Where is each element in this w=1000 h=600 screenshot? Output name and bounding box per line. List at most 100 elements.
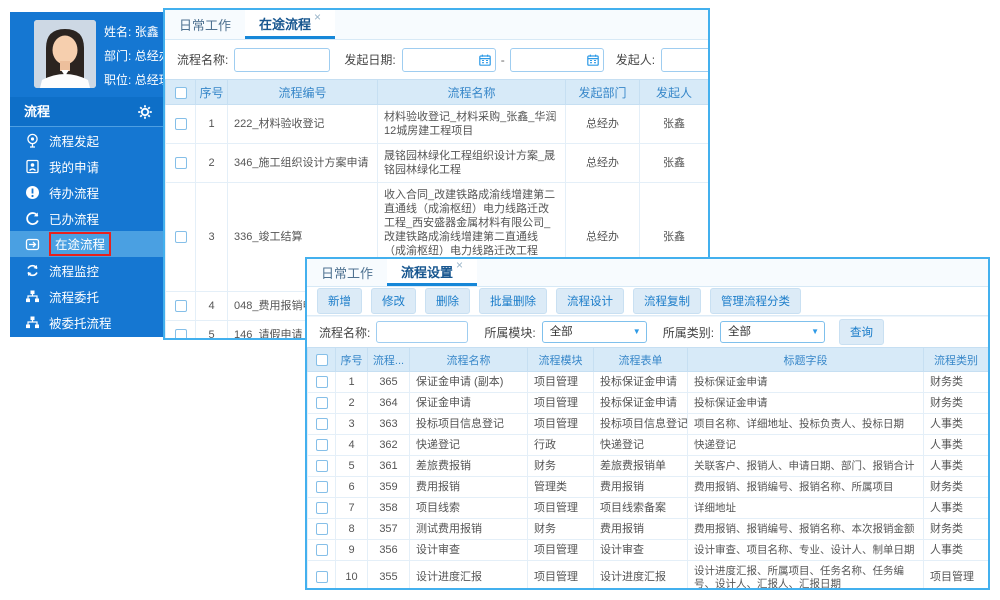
start-date-label: 发起日期: bbox=[344, 51, 395, 68]
edit-button[interactable]: 修改 bbox=[371, 288, 416, 314]
select-all-header bbox=[166, 80, 196, 105]
table-row[interactable]: 8 357 测试费用报销 财务 费用报销 费用报销、报销编号、报销名称、本次报销… bbox=[308, 519, 989, 540]
add-button[interactable]: 新增 bbox=[317, 288, 362, 314]
sidebar-item-done-processes[interactable]: 已办流程 bbox=[10, 205, 163, 231]
delete-button[interactable]: 删除 bbox=[425, 288, 470, 314]
cell-module: 行政 bbox=[528, 435, 594, 456]
cell-module: 管理类 bbox=[528, 477, 594, 498]
sidebar-item-delegated-processes[interactable]: 被委托流程 bbox=[10, 309, 163, 335]
calendar-icon[interactable] bbox=[479, 54, 491, 66]
close-icon[interactable]: × bbox=[456, 258, 463, 272]
tab-daily-work[interactable]: 日常工作 bbox=[165, 10, 245, 39]
table-row[interactable]: 1 222_材料验收登记 材料验收登记_材料采购_张鑫_华润12城房建工程项目 … bbox=[166, 105, 709, 144]
row-checkbox[interactable] bbox=[316, 571, 328, 583]
sidebar: 姓名: 张鑫 部门: 总经办 职位: 总经理 流程 流程发起 bbox=[10, 12, 163, 337]
table-header-row: 序号 流程编号 流程名称 发起部门 发起人 bbox=[166, 80, 709, 105]
table-row[interactable]: 3 363 投标项目信息登记 项目管理 投标项目信息登记 项目名称、详细地址、投… bbox=[308, 414, 989, 435]
sidebar-item-in-transit-processes[interactable]: 在途流程 bbox=[10, 231, 163, 257]
tab-in-transit-processes[interactable]: 在途流程 × bbox=[245, 10, 335, 39]
row-checkbox[interactable] bbox=[316, 439, 328, 451]
row-checkbox[interactable] bbox=[316, 481, 328, 493]
sidebar-item-label: 已办流程 bbox=[49, 209, 99, 228]
row-checkbox[interactable] bbox=[316, 460, 328, 472]
select-all-checkbox[interactable] bbox=[175, 87, 187, 99]
chevron-down-icon: ▼ bbox=[633, 322, 641, 342]
table-row[interactable]: 4 362 快递登记 行政 快递登记 快递登记 人事类 bbox=[308, 435, 989, 456]
col-header-person: 发起人 bbox=[640, 80, 709, 105]
process-name-input[interactable] bbox=[376, 321, 468, 343]
sidebar-item-label-highlighted: 在途流程 bbox=[49, 232, 111, 256]
start-date-to-field[interactable] bbox=[510, 48, 604, 72]
sidebar-item-my-applications[interactable]: 我的申请 bbox=[10, 153, 163, 179]
category-select[interactable]: 全部 ▼ bbox=[720, 321, 825, 343]
row-checkbox[interactable] bbox=[175, 300, 187, 312]
cell-category: 人事类 bbox=[924, 498, 989, 519]
row-checkbox[interactable] bbox=[316, 523, 328, 535]
initiator-input[interactable] bbox=[661, 48, 710, 72]
cell-category: 人事类 bbox=[924, 414, 989, 435]
user-name: 姓名: 张鑫 bbox=[104, 20, 163, 44]
cell-title-field: 关联客户、报销人、申请日期、部门、报销合计 bbox=[688, 456, 924, 477]
table-row[interactable]: 2 364 保证金申请 项目管理 投标保证金申请 投标保证金申请 财务类 bbox=[308, 393, 989, 414]
table-row[interactable]: 9 356 设计审查 项目管理 设计审查 设计审查、项目名称、专业、设计人、制单… bbox=[308, 540, 989, 561]
cell-module: 项目管理 bbox=[528, 540, 594, 561]
row-checkbox[interactable] bbox=[175, 157, 187, 169]
cell-title-field: 快递登记 bbox=[688, 435, 924, 456]
cell-name: 设计审查 bbox=[410, 540, 528, 561]
select-all-checkbox[interactable] bbox=[316, 354, 328, 366]
cell-code: 363 bbox=[368, 414, 410, 435]
process-settings-window: 日常工作 流程设置 × 新增 修改 删除 批量删除 流程设计 流程复制 管理流程… bbox=[305, 257, 990, 590]
col-header-name: 流程名称 bbox=[410, 348, 528, 372]
table-row[interactable]: 7 358 项目线索 项目管理 项目线索备案 详细地址 人事类 bbox=[308, 498, 989, 519]
row-checkbox[interactable] bbox=[316, 544, 328, 556]
module-label: 所属模块: bbox=[484, 324, 535, 341]
panel1-tabstrip: 日常工作 在途流程 × bbox=[165, 10, 708, 40]
cell-person: 张鑫 bbox=[640, 144, 709, 183]
sidebar-item-label: 被委托流程 bbox=[49, 313, 112, 332]
table-row[interactable]: 10 355 设计进度汇报 项目管理 设计进度汇报 设计进度汇报、所属项目、任务… bbox=[308, 561, 989, 591]
row-checkbox[interactable] bbox=[316, 376, 328, 388]
close-icon[interactable]: × bbox=[314, 10, 321, 24]
sidebar-item-process-monitor[interactable]: 流程监控 bbox=[10, 257, 163, 283]
row-checkbox[interactable] bbox=[316, 502, 328, 514]
process-copy-button[interactable]: 流程复制 bbox=[633, 288, 701, 314]
table-row[interactable]: 5 361 差旅费报销 财务 差旅费报销单 关联客户、报销人、申请日期、部门、报… bbox=[308, 456, 989, 477]
table-row[interactable]: 1 365 保证金申请 (副本) 项目管理 投标保证金申请 投标保证金申请 财务… bbox=[308, 372, 989, 393]
tab-label: 日常工作 bbox=[179, 15, 231, 34]
row-checkbox[interactable] bbox=[316, 418, 328, 430]
start-date-from-field[interactable] bbox=[402, 48, 496, 72]
cell-module: 财务 bbox=[528, 519, 594, 540]
process-design-button[interactable]: 流程设计 bbox=[556, 288, 624, 314]
process-name-input[interactable] bbox=[234, 48, 330, 72]
sidebar-item-process-start[interactable]: 流程发起 bbox=[10, 127, 163, 153]
cell-code: 356 bbox=[368, 540, 410, 561]
tab-process-settings[interactable]: 流程设置 × bbox=[387, 259, 477, 286]
sidebar-item-pending-processes[interactable]: 待办流程 bbox=[10, 179, 163, 205]
cell-dept: 总经办 bbox=[566, 144, 640, 183]
cell-category: 项目管理 bbox=[924, 561, 989, 591]
cell-code: 346_施工组织设计方案申请 bbox=[228, 144, 378, 183]
sidebar-item-process-delegate[interactable]: 流程委托 bbox=[10, 283, 163, 309]
manage-categories-button[interactable]: 管理流程分类 bbox=[710, 288, 801, 314]
calendar-icon[interactable] bbox=[587, 54, 599, 66]
row-checkbox[interactable] bbox=[175, 231, 187, 243]
panel2-tabstrip: 日常工作 流程设置 × bbox=[307, 259, 988, 287]
row-checkbox[interactable] bbox=[175, 329, 187, 340]
app-screen: 姓名: 张鑫 部门: 总经办 职位: 总经理 流程 流程发起 bbox=[0, 0, 1000, 600]
col-header-code: 流程... bbox=[368, 348, 410, 372]
batch-delete-button[interactable]: 批量删除 bbox=[479, 288, 547, 314]
panel1-filter-bar: 流程名称: 发起日期: - 发起人: bbox=[165, 40, 708, 79]
cell-code: 364 bbox=[368, 393, 410, 414]
cell-no: 5 bbox=[336, 456, 368, 477]
gear-icon[interactable] bbox=[137, 104, 153, 120]
row-checkbox[interactable] bbox=[316, 397, 328, 409]
cell-no: 2 bbox=[336, 393, 368, 414]
table-row[interactable]: 6 359 费用报销 管理类 费用报销 费用报销、报销编号、报销名称、所属项目 … bbox=[308, 477, 989, 498]
row-checkbox[interactable] bbox=[175, 118, 187, 130]
table-row[interactable]: 2 346_施工组织设计方案申请 晟铭园林绿化工程组织设计方案_晟铭园林绿化工程… bbox=[166, 144, 709, 183]
cell-no: 8 bbox=[336, 519, 368, 540]
chevron-down-icon: ▼ bbox=[811, 322, 819, 342]
search-button[interactable]: 查询 bbox=[839, 319, 884, 345]
tab-daily-work[interactable]: 日常工作 bbox=[307, 259, 387, 286]
module-select[interactable]: 全部 ▼ bbox=[542, 321, 647, 343]
